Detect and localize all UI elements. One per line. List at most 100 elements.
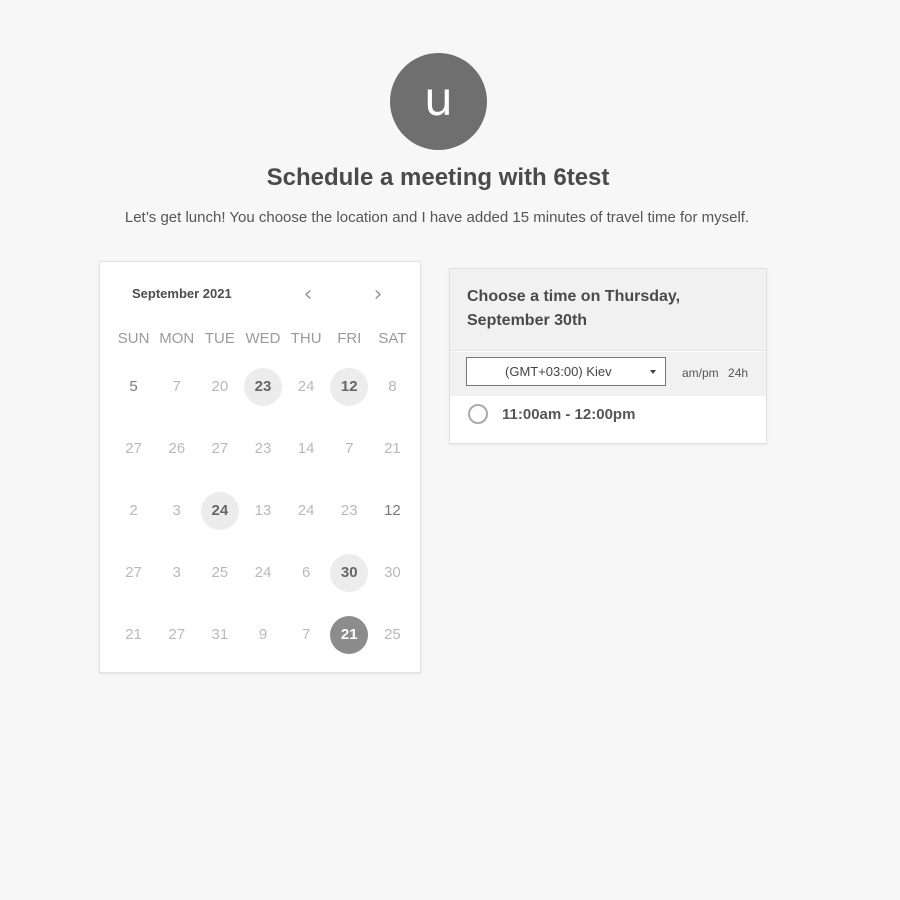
calendar-day: 27	[112, 430, 155, 492]
calendar-day: 3	[155, 554, 198, 616]
calendar-day-number: 3	[172, 564, 181, 581]
weekday-tue: TUE	[204, 330, 235, 347]
calendar-day: 23	[328, 492, 371, 554]
calendar-day[interactable]: 12	[328, 368, 371, 430]
days-grid: 5 7 20 23 24 12 8 27 26 27 23 14 7 21 2 3 24 13 24 23 12 27 3 2…	[112, 368, 414, 678]
timezone-row: (GMT+03:00) Kiev am/pm 24h	[450, 352, 766, 396]
format-ampm-option[interactable]: am/pm	[682, 366, 719, 380]
calendar-day-selected[interactable]: 21	[328, 616, 371, 678]
weekday-wed: WED	[245, 330, 281, 347]
calendar-day: 7	[155, 368, 198, 430]
calendar-day: 20	[198, 368, 241, 430]
calendar-day-number: 5	[129, 378, 138, 395]
radio-button[interactable]	[468, 404, 488, 424]
time-picker-header: Choose a time on Thursday, September 30t…	[450, 269, 766, 351]
calendar-day[interactable]: 30	[328, 554, 371, 616]
chevron-down-icon	[650, 370, 656, 374]
calendar-day[interactable]: 23	[241, 368, 284, 430]
calendar-day: 24	[241, 554, 284, 616]
calendar-day-number: 7	[345, 440, 354, 457]
weekday-mon: MON	[159, 330, 195, 347]
calendar-day-number: 27	[125, 440, 142, 457]
timezone-value: (GMT+03:00) Kiev	[505, 364, 612, 379]
calendar-day: 21	[112, 616, 155, 678]
calendar-day: 8	[371, 368, 414, 430]
calendar-day-number: 24	[200, 492, 239, 530]
calendar-day: 21	[371, 430, 414, 492]
avatar-letter: u	[423, 72, 454, 126]
host-avatar: u	[390, 53, 487, 150]
weekday-sat: SAT	[378, 330, 407, 347]
calendar-day: 25	[198, 554, 241, 616]
time-picker-panel: Choose a time on Thursday, September 30t…	[449, 268, 767, 444]
calendar-day-number: 12	[330, 368, 369, 406]
weekday-thu: THU	[290, 330, 322, 347]
calendar-day-number: 23	[254, 440, 272, 457]
calendar-day-number: 7	[301, 626, 311, 643]
time-slot[interactable]: 11:00am - 12:00pm	[468, 404, 635, 424]
calendar-day: 25	[371, 616, 414, 678]
calendar-day-number: 20	[211, 378, 229, 395]
weekday-fri: FRI	[337, 330, 362, 347]
calendar-day-number: 2	[129, 502, 138, 519]
calendar-day-number: 30	[330, 554, 369, 592]
calendar-day-number: 24	[254, 564, 272, 581]
calendar-day-number: 24	[297, 378, 315, 395]
calendar-day-number: 7	[172, 378, 181, 395]
calendar-day: 3	[155, 492, 198, 554]
calendar-day-number: 27	[211, 440, 229, 457]
calendar-day-number: 9	[258, 626, 268, 643]
calendar-day[interactable]: 24	[198, 492, 241, 554]
scheduling-page: u Schedule a meeting with 6test Let’s ge…	[0, 0, 900, 900]
calendar-day-number: 25	[384, 626, 401, 643]
calendar-day: 12	[371, 492, 414, 554]
calendar-day: 27	[155, 616, 198, 678]
calendar-day-number: 27	[125, 564, 142, 581]
time-format-toggle: am/pm 24h	[682, 366, 754, 380]
meeting-description: Let’s get lunch! You choose the location…	[124, 209, 750, 226]
calendar-day-number: 25	[211, 564, 229, 581]
calendar-day: 27	[198, 430, 241, 492]
page-title: Schedule a meeting with 6test	[266, 164, 610, 191]
calendar-day: 14	[285, 430, 328, 492]
calendar-day: 9	[241, 616, 284, 678]
calendar-day: 26	[155, 430, 198, 492]
calendar-day-number: 31	[211, 626, 229, 643]
next-month-icon[interactable]: ›	[366, 284, 390, 308]
calendar-day: 2	[112, 492, 155, 554]
prev-month-icon[interactable]: ‹	[296, 284, 320, 308]
calendar-day-number: 23	[340, 502, 358, 519]
calendar-day: 7	[328, 430, 371, 492]
calendar-day-number: 13	[254, 502, 272, 519]
calendar-day: 31	[198, 616, 241, 678]
calendar-day-number: 8	[388, 378, 397, 395]
calendar-day: 27	[112, 554, 155, 616]
calendar-day-number: 21	[330, 616, 369, 654]
month-label: September 2021	[132, 286, 232, 301]
calendar-day: 5	[112, 368, 155, 430]
calendar-day-number: 21	[125, 626, 142, 643]
calendar-day-number: 27	[168, 626, 186, 643]
date-picker-calendar: September 2021 ‹ › SUN MON TUE WED THU F…	[99, 261, 421, 673]
calendar-day-number: 6	[301, 564, 311, 581]
calendar-day-number: 23	[243, 368, 282, 406]
calendar-day: 24	[285, 368, 328, 430]
weekday-header: SUN MON TUE WED THU FRI SAT	[112, 330, 414, 347]
calendar-day: 7	[285, 616, 328, 678]
calendar-day-number: 21	[384, 440, 401, 457]
calendar-day: 30	[371, 554, 414, 616]
time-slot-label: 11:00am - 12:00pm	[502, 405, 636, 423]
calendar-day-number: 30	[384, 564, 401, 581]
calendar-day: 13	[241, 492, 284, 554]
calendar-day-number: 12	[384, 502, 401, 519]
format-24h-option[interactable]: 24h	[728, 366, 748, 380]
calendar-day-number: 3	[172, 502, 181, 519]
calendar-day-number: 26	[168, 440, 186, 457]
calendar-day: 24	[285, 492, 328, 554]
calendar-day: 6	[285, 554, 328, 616]
weekday-sun: SUN	[117, 330, 150, 347]
calendar-day: 23	[241, 430, 284, 492]
calendar-day-number: 14	[297, 440, 315, 457]
timezone-select[interactable]: (GMT+03:00) Kiev	[466, 357, 666, 386]
calendar-day-number: 24	[297, 502, 315, 519]
